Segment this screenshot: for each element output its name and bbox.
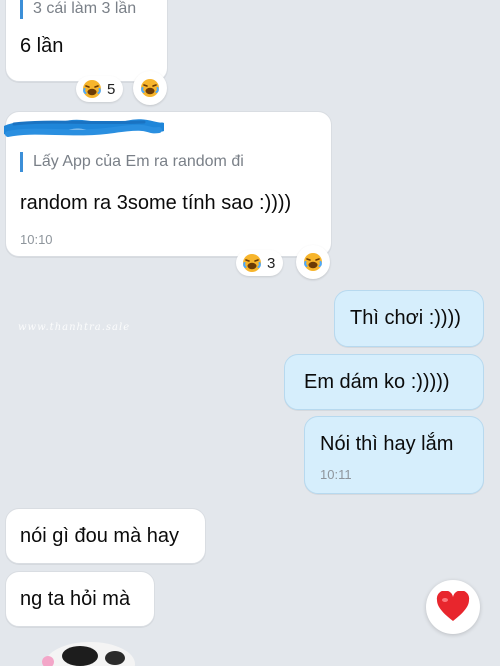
reaction-summary[interactable]: 5 [76, 76, 124, 102]
message-bubble-incoming[interactable]: ng ta hỏi mà [5, 571, 155, 627]
laughing-crying-face-icon [304, 253, 322, 271]
reaction-count: 5 [107, 80, 116, 98]
react-button[interactable] [133, 71, 167, 105]
reaction-count: 3 [267, 254, 276, 272]
sticker-image [42, 642, 135, 666]
message-text: Thì chơi :)))) [350, 307, 461, 329]
message-text: nói gì đou mà hay [20, 525, 179, 547]
message-bubble-outgoing[interactable]: Em dám ko :))))) [284, 354, 484, 410]
message-text: Em dám ko :))))) [304, 371, 450, 393]
message-text: 6 lần [20, 35, 64, 57]
message-text: random ra 3some tính sao :)))) [20, 192, 292, 214]
reaction-summary[interactable]: 3 [236, 250, 284, 276]
heart-icon [436, 591, 470, 621]
laughing-crying-face-icon [83, 80, 101, 98]
laughing-crying-face-icon [141, 79, 159, 97]
message-bubble-incoming[interactable]: 3 cái làm 3 lần 6 lần [5, 0, 168, 82]
watermark: www.thanhtra.sale [18, 322, 131, 333]
quoted-message[interactable]: 3 cái làm 3 lần [20, 0, 136, 19]
quoted-message[interactable]: Lấy App của Em ra random đi [20, 152, 244, 172]
laughing-crying-face-icon [243, 254, 261, 272]
message-bubble-outgoing[interactable]: Thì chơi :)))) [334, 290, 484, 347]
message-time: 10:11 [320, 467, 352, 482]
quick-react-heart-button[interactable] [426, 580, 480, 634]
message-time: 10:10 [20, 232, 53, 247]
message-text: Nói thì hay lắm [320, 433, 454, 455]
react-button[interactable] [296, 245, 330, 279]
redacted-sender-name [4, 119, 164, 137]
message-bubble-outgoing[interactable]: Nói thì hay lắm 10:11 [304, 416, 484, 494]
message-bubble-incoming[interactable]: nói gì đou mà hay [5, 508, 206, 564]
message-text: ng ta hỏi mà [20, 588, 131, 610]
